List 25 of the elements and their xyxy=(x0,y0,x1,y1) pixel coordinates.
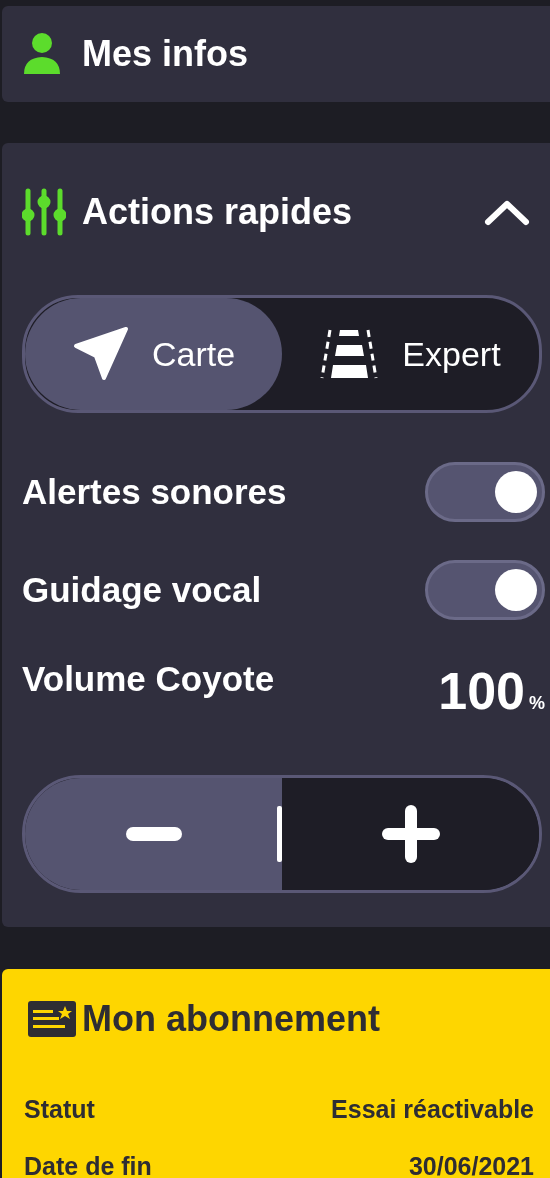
field-label: Statut xyxy=(24,1095,95,1124)
setting-label: Alertes sonores xyxy=(22,472,287,512)
setting-label: Guidage vocal xyxy=(22,570,262,610)
card-title: Mon abonnement xyxy=(82,998,381,1040)
collapse-chevron-icon[interactable] xyxy=(484,198,530,226)
navigation-arrow-icon xyxy=(71,326,130,382)
field-label: Date de fin xyxy=(24,1152,152,1178)
field-value: Essai réactivable xyxy=(331,1095,534,1124)
toggle-switch[interactable] xyxy=(425,462,545,522)
card-title: Actions rapides xyxy=(82,191,354,233)
person-icon xyxy=(22,32,62,76)
sliders-icon xyxy=(22,188,66,236)
mode-tab[interactable]: Carte xyxy=(25,298,282,410)
card-title: Mes infos xyxy=(82,33,250,75)
plus-icon xyxy=(381,805,440,863)
volume-unit: % xyxy=(529,693,545,714)
volume-down-button[interactable] xyxy=(25,778,282,890)
toggle-switch[interactable] xyxy=(425,560,545,620)
minus-icon xyxy=(124,826,183,842)
setting-label: Volume Coyote xyxy=(22,658,275,699)
my-info-card[interactable]: Mes infos xyxy=(2,6,550,102)
membership-card-icon xyxy=(28,1001,76,1037)
mode-tab[interactable]: Expert xyxy=(282,298,539,410)
volume-value: 100 xyxy=(438,661,525,721)
field-value: 30/06/2021 xyxy=(408,1152,534,1178)
